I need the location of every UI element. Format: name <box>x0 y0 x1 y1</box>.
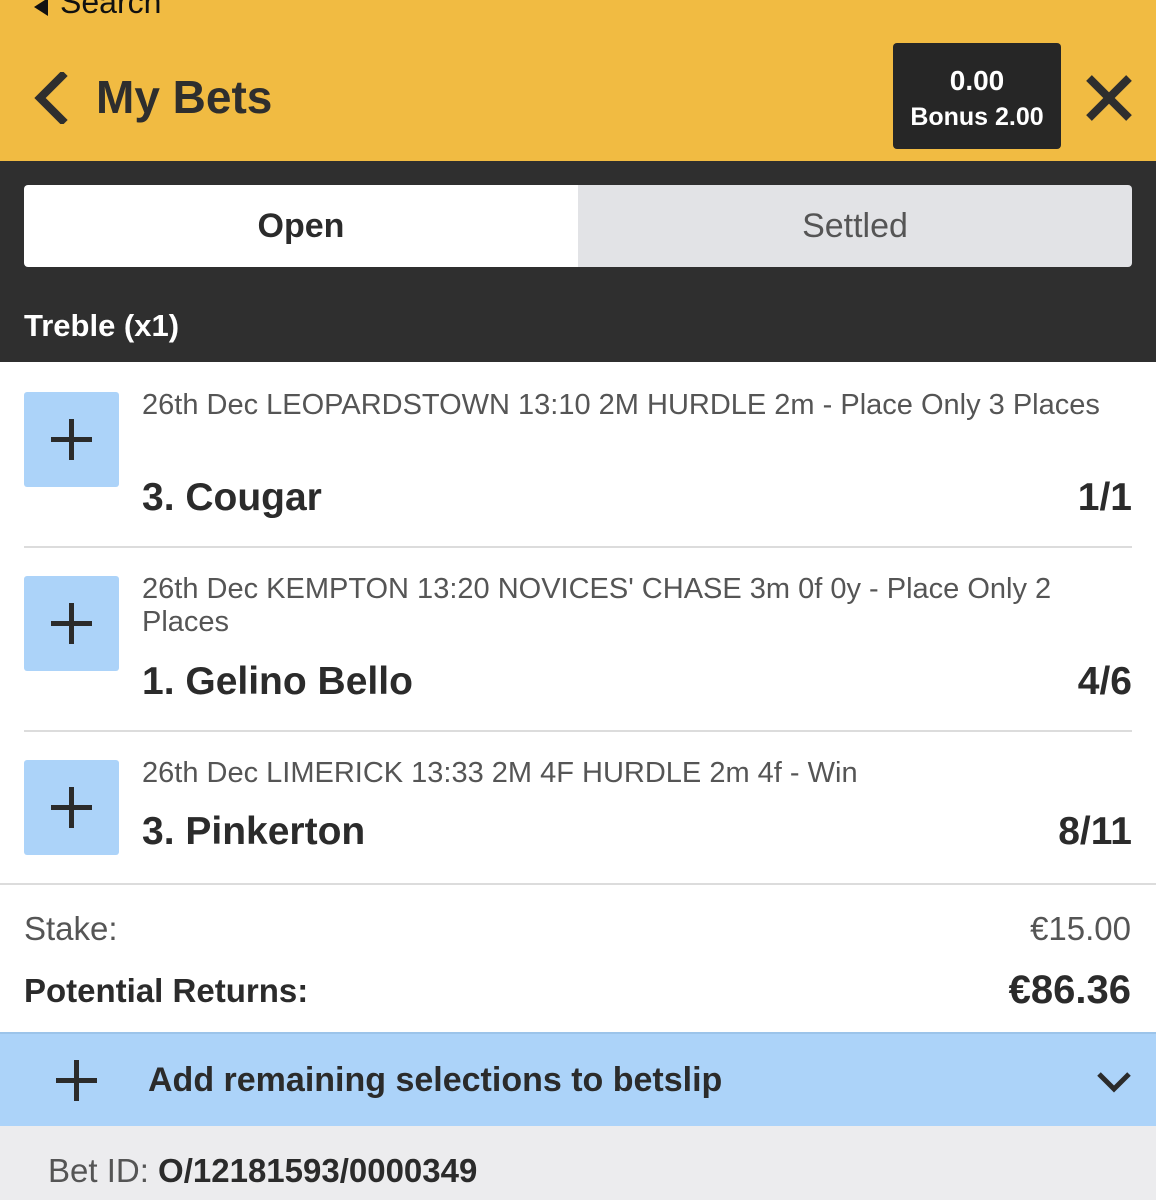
add-selection-button[interactable] <box>24 760 119 855</box>
chevron-down-icon[interactable] <box>1096 1070 1132 1094</box>
bet-id-value: O/12181593/0000349 <box>158 1152 478 1189</box>
add-remaining-label: Add remaining selections to betslip <box>148 1061 723 1099</box>
selection-row: 26th Dec KEMPTON 13:20 NOVICES' CHASE 3m… <box>24 573 1132 706</box>
header-bar: Search My Bets 0.00 Bonus 2.00 <box>0 0 1156 161</box>
close-icon[interactable] <box>1083 72 1135 124</box>
runner-name: 3. Pinkerton <box>142 810 366 853</box>
selection-row: 26th Dec LEOPARDSTOWN 13:10 2M HURDLE 2m… <box>24 389 1132 522</box>
add-remaining-selections-button[interactable]: Add remaining selections to betslip <box>0 1032 1156 1126</box>
odds-value: 1/1 <box>1077 476 1132 519</box>
bet-id-label: Bet ID: <box>48 1152 159 1189</box>
tab-settled[interactable]: Settled <box>578 185 1132 267</box>
plus-icon <box>56 1060 97 1101</box>
odds-value: 8/11 <box>1058 810 1132 853</box>
page-title: My Bets <box>96 71 273 123</box>
balance-box[interactable]: 0.00 Bonus 2.00 <box>893 43 1061 149</box>
divider <box>24 546 1132 548</box>
add-selection-button[interactable] <box>24 576 119 671</box>
chevron-left-icon[interactable] <box>30 72 76 124</box>
bet-id-footer: Bet ID: O/12181593/0000349 <box>0 1126 1156 1200</box>
runner-name: 1. Gelino Bello <box>142 660 413 703</box>
potential-returns-value: €86.36 <box>1008 968 1131 1012</box>
back-search-label: Search <box>60 0 162 20</box>
balance-value: 0.00 <box>949 65 1005 96</box>
bet-id: Bet ID: O/12181593/0000349 <box>48 1152 477 1190</box>
plus-icon <box>51 603 92 644</box>
stake-value: €15.00 <box>1030 910 1131 947</box>
plus-icon <box>51 419 92 460</box>
event-description: 26th Dec LEOPARDSTOWN 13:10 2M HURDLE 2m… <box>142 389 1100 421</box>
add-selection-button[interactable] <box>24 392 119 487</box>
selection-row: 26th Dec LIMERICK 13:33 2M 4F HURDLE 2m … <box>24 757 1132 860</box>
event-description: 26th Dec LIMERICK 13:33 2M 4F HURDLE 2m … <box>142 757 858 789</box>
stake-label: Stake: <box>24 910 118 947</box>
back-to-search-link[interactable]: Search <box>34 0 161 21</box>
divider <box>0 883 1156 885</box>
potential-returns-label: Potential Returns: <box>24 972 309 1009</box>
bets-tabs: Open Settled <box>24 185 1132 267</box>
runner-name: 3. Cougar <box>142 476 322 519</box>
bonus-value: Bonus 2.00 <box>910 103 1044 131</box>
plus-icon <box>51 787 92 828</box>
back-triangle-icon <box>34 0 48 16</box>
event-description: 26th Dec KEMPTON 13:20 NOVICES' CHASE 3m… <box>142 573 1052 638</box>
divider <box>24 730 1132 732</box>
tab-open[interactable]: Open <box>24 185 578 267</box>
odds-value: 4/6 <box>1077 660 1132 703</box>
bet-type-heading: Treble (x1) <box>24 308 180 343</box>
